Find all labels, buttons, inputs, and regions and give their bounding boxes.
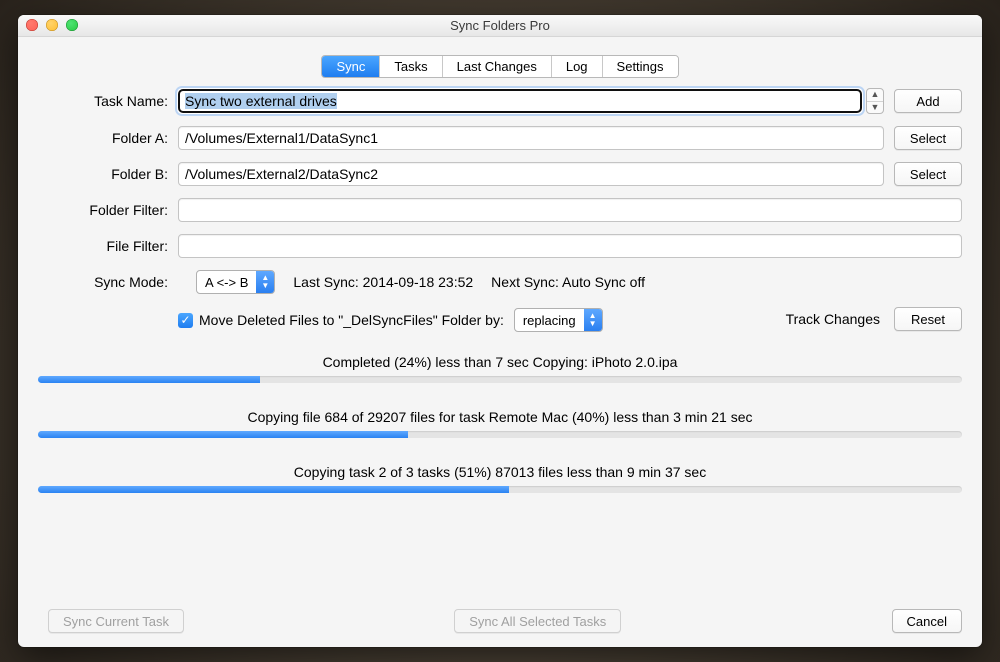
folder-filter-input[interactable] [178, 198, 962, 222]
move-deleted-checkbox[interactable]: ✓ [178, 313, 193, 328]
progress-item-1: Completed (24%) less than 7 sec Copying:… [38, 354, 962, 383]
label-folder-a: Folder A: [38, 130, 178, 146]
progress-bar-3 [38, 486, 962, 493]
cancel-button[interactable]: Cancel [892, 609, 962, 633]
updown-icon: ▲▼ [256, 271, 274, 293]
sync-mode-value: A <-> B [205, 275, 248, 290]
sync-current-task-button: Sync Current Task [48, 609, 184, 633]
tab-last-changes[interactable]: Last Changes [443, 56, 552, 77]
chevron-down-icon: ▼ [867, 102, 883, 114]
progress-label-1: Completed (24%) less than 7 sec Copying:… [38, 354, 962, 370]
reset-button[interactable]: Reset [894, 307, 962, 331]
task-name-stepper[interactable]: ▲ ▼ [866, 88, 884, 114]
titlebar: Sync Folders Pro [18, 15, 982, 37]
close-icon[interactable] [26, 19, 38, 31]
add-button[interactable]: Add [894, 89, 962, 113]
app-window: Sync Folders Pro Sync Tasks Last Changes… [18, 15, 982, 647]
sync-mode-select[interactable]: A <-> B ▲▼ [196, 270, 275, 294]
minimize-icon[interactable] [46, 19, 58, 31]
last-sync-text: Last Sync: 2014-09-18 23:52 [293, 274, 473, 290]
track-changes-label: Track Changes [786, 311, 880, 327]
label-sync-mode: Sync Mode: [38, 274, 178, 290]
tab-log[interactable]: Log [552, 56, 603, 77]
move-deleted-label: Move Deleted Files to "_DelSyncFiles" Fo… [199, 312, 504, 328]
select-folder-b-button[interactable]: Select [894, 162, 962, 186]
progress-label-2: Copying file 684 of 29207 files for task… [38, 409, 962, 425]
progress-label-3: Copying task 2 of 3 tasks (51%) 87013 fi… [38, 464, 962, 480]
tab-settings[interactable]: Settings [603, 56, 678, 77]
next-sync-text: Next Sync: Auto Sync off [491, 274, 645, 290]
move-deleted-option-value: replacing [523, 313, 576, 328]
sync-all-selected-tasks-button: Sync All Selected Tasks [454, 609, 621, 633]
check-icon: ✓ [180, 313, 190, 327]
zoom-icon[interactable] [66, 19, 78, 31]
folder-b-input[interactable] [178, 162, 884, 186]
window-title: Sync Folders Pro [450, 18, 550, 33]
label-task-name: Task Name: [38, 93, 178, 109]
file-filter-input[interactable] [178, 234, 962, 258]
task-name-input[interactable] [178, 89, 862, 113]
progress-bar-1 [38, 376, 962, 383]
chevron-up-icon: ▲ [867, 89, 883, 102]
folder-a-input[interactable] [178, 126, 884, 150]
tab-sync[interactable]: Sync [322, 56, 380, 77]
tabbar: Sync Tasks Last Changes Log Settings [321, 55, 678, 78]
label-folder-b: Folder B: [38, 166, 178, 182]
label-file-filter: File Filter: [38, 238, 178, 254]
label-folder-filter: Folder Filter: [38, 202, 178, 218]
select-folder-a-button[interactable]: Select [894, 126, 962, 150]
move-deleted-option-select[interactable]: replacing ▲▼ [514, 308, 603, 332]
updown-icon: ▲▼ [584, 309, 602, 331]
progress-item-3: Copying task 2 of 3 tasks (51%) 87013 fi… [38, 464, 962, 493]
progress-bar-2 [38, 431, 962, 438]
progress-item-2: Copying file 684 of 29207 files for task… [38, 409, 962, 438]
tab-tasks[interactable]: Tasks [380, 56, 442, 77]
